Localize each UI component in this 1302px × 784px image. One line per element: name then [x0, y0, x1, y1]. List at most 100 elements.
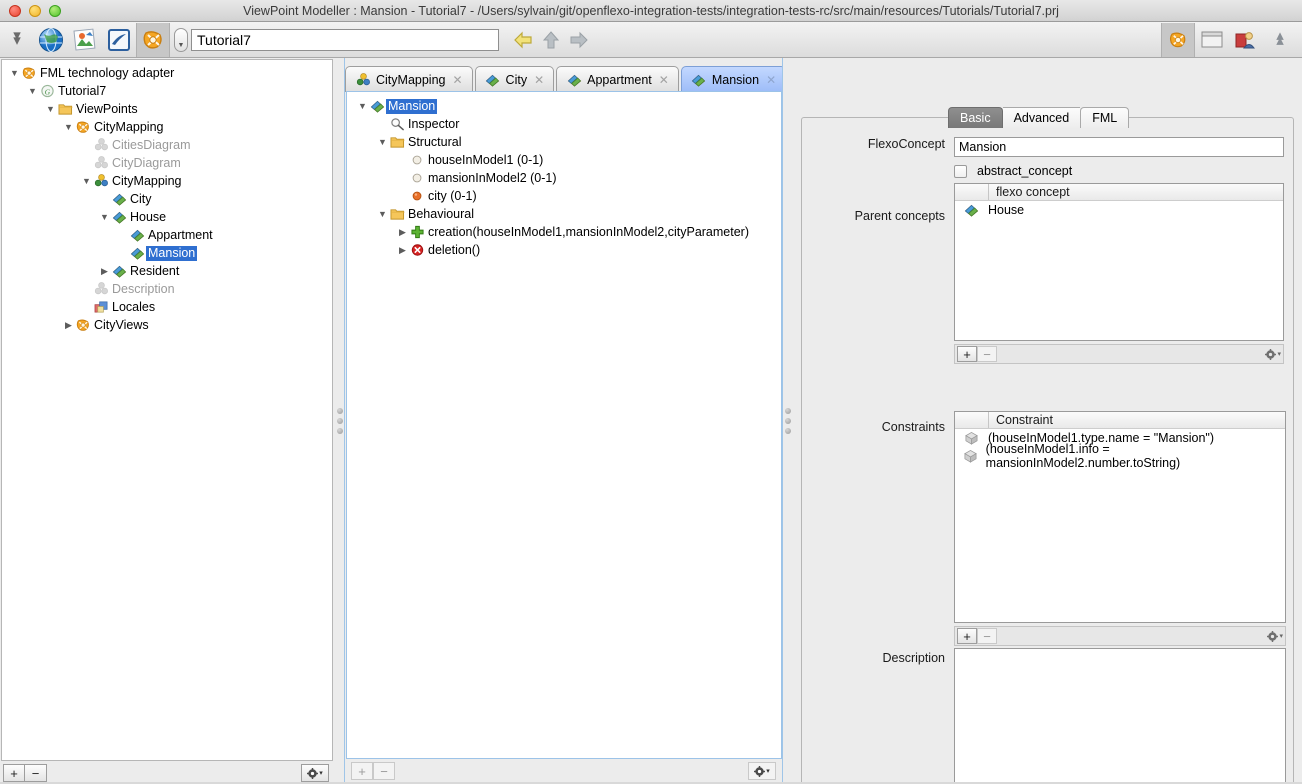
- tree-row[interactable]: ▼ CityMapping: [6, 118, 332, 136]
- inspector-tab-advanced[interactable]: Advanced: [1002, 107, 1081, 128]
- tree-row[interactable]: ▼ G Tutorial7: [6, 82, 332, 100]
- fml-shield-icon[interactable]: [136, 22, 170, 57]
- tree-row[interactable]: Inspector: [352, 115, 781, 133]
- gear-icon[interactable]: ▾: [301, 764, 329, 782]
- tree-row[interactable]: ▼ Mansion: [352, 97, 781, 115]
- tree-row-label: Mansion: [386, 98, 438, 114]
- remove-button[interactable]: −: [373, 762, 395, 780]
- constraints-list[interactable]: Constraint (houseInModel1.type.name = "M…: [954, 411, 1286, 623]
- inspector-tab-basic[interactable]: Basic: [948, 107, 1003, 128]
- tree-row[interactable]: Locales: [6, 298, 332, 316]
- center-panel-footer: + − ▾: [346, 760, 782, 782]
- maximize-button[interactable]: [49, 4, 61, 17]
- globe-icon[interactable]: [34, 23, 68, 57]
- twisty-right-icon[interactable]: ▶: [98, 262, 111, 280]
- double-chevron-down-icon[interactable]: ▾ ▾: [0, 23, 34, 57]
- tree-row[interactable]: City: [6, 190, 332, 208]
- tree-row[interactable]: ▼ CityMapping: [6, 172, 332, 190]
- remove-button[interactable]: −: [977, 346, 997, 362]
- tree-row[interactable]: CitiesDiagram: [6, 136, 332, 154]
- fml-shield-icon-glyph: [76, 319, 89, 331]
- close-icon[interactable]: ✕: [534, 73, 544, 87]
- twisty-right-icon[interactable]: ▶: [396, 223, 409, 241]
- resources-icon[interactable]: [68, 23, 102, 57]
- description-label: Description: [882, 651, 945, 665]
- tree-row[interactable]: Appartment: [6, 226, 332, 244]
- inspector-tab-fml[interactable]: FML: [1080, 107, 1130, 128]
- toolbar-right-group: ▴ ▴: [1161, 22, 1302, 57]
- editor-tab-mansion[interactable]: Mansion ✕: [680, 66, 787, 92]
- tree-row[interactable]: ▼ ViewPoints: [6, 100, 332, 118]
- tree-row[interactable]: houseInModel1 (0-1): [352, 151, 781, 169]
- editor-icon[interactable]: [102, 23, 136, 57]
- resources-glyph: [73, 28, 96, 51]
- add-button[interactable]: +: [351, 762, 373, 780]
- list-item[interactable]: House: [955, 201, 1283, 219]
- fml-shield-icon-right[interactable]: [1161, 22, 1195, 57]
- parent-concepts-list[interactable]: flexo concept House: [954, 183, 1284, 341]
- tree-row[interactable]: ▼ House: [6, 208, 332, 226]
- up-arrow-icon[interactable]: [543, 30, 559, 49]
- left-splitter[interactable]: [334, 58, 345, 784]
- tree-row[interactable]: ▶ CityViews: [6, 316, 332, 334]
- tree-row[interactable]: city (0-1): [352, 187, 781, 205]
- tree-row[interactable]: Mansion: [6, 244, 332, 262]
- close-icon[interactable]: ✕: [766, 73, 776, 87]
- gear-icon[interactable]: ▾: [1265, 348, 1281, 360]
- twisty-down-icon[interactable]: ▼: [376, 205, 389, 223]
- close-button[interactable]: [9, 4, 21, 17]
- double-chevron-up-icon[interactable]: ▴ ▴: [1263, 23, 1297, 57]
- abstract-concept-checkbox[interactable]: [954, 164, 967, 178]
- splitter-grip: [336, 408, 343, 434]
- tree-row-label: CityDiagram: [112, 155, 181, 170]
- chevron-down-icon[interactable]: ▼: [174, 27, 188, 52]
- editor-tab-appartment[interactable]: Appartment ✕: [556, 66, 679, 92]
- add-button[interactable]: +: [957, 346, 977, 362]
- tree-row[interactable]: ▶ deletion(): [352, 241, 781, 259]
- twisty-right-icon[interactable]: ▶: [62, 316, 75, 334]
- remove-button[interactable]: −: [25, 764, 47, 782]
- minimize-button[interactable]: [29, 4, 41, 17]
- project-tree-rows: ▼ FML technology adapter ▼ G Tutorial7 ▼ ViewP…: [2, 60, 332, 334]
- twisty-down-icon[interactable]: ▼: [26, 82, 39, 100]
- twisty-down-icon[interactable]: ▼: [44, 100, 57, 118]
- editor-tab-city[interactable]: City ✕: [474, 66, 555, 92]
- tree-row[interactable]: ▶ Resident: [6, 262, 332, 280]
- window-controls[interactable]: [9, 4, 61, 17]
- gear-icon[interactable]: ▾: [1267, 630, 1283, 642]
- tree-row-label: city (0-1): [428, 188, 477, 203]
- description-textarea[interactable]: [954, 648, 1286, 784]
- tree-row[interactable]: CityDiagram: [6, 154, 332, 172]
- tree-row[interactable]: Description: [6, 280, 332, 298]
- twisty-down-icon[interactable]: ▼: [8, 64, 21, 82]
- close-icon[interactable]: ✕: [659, 73, 669, 87]
- twisty-down-icon[interactable]: ▼: [98, 208, 111, 226]
- tree-row[interactable]: ▼ Structural: [352, 133, 781, 151]
- concept-tree-rows: ▼ Mansion Inspector ▼ Structural houseInModel…: [347, 92, 781, 259]
- tree-row[interactable]: ▼ Behavioural: [352, 205, 781, 223]
- right-splitter[interactable]: [782, 58, 793, 784]
- tree-row[interactable]: mansionInModel2 (0-1): [352, 169, 781, 187]
- close-icon[interactable]: ✕: [452, 73, 462, 87]
- user-icon[interactable]: [1229, 23, 1263, 57]
- add-button[interactable]: +: [957, 628, 977, 644]
- forward-arrow-icon[interactable]: [569, 31, 589, 49]
- twisty-down-icon[interactable]: ▼: [356, 97, 369, 115]
- twisty-down-icon[interactable]: ▼: [62, 118, 75, 136]
- tree-row[interactable]: ▶ creation(houseInModel1,mansionInModel2,…: [352, 223, 781, 241]
- tree-row[interactable]: ▼ FML technology adapter: [6, 64, 332, 82]
- add-button[interactable]: +: [3, 764, 25, 782]
- twisty-right-icon[interactable]: ▶: [396, 241, 409, 259]
- flexo-concept-input[interactable]: [954, 137, 1284, 157]
- list-item[interactable]: (houseInModel1.info = mansionInModel2.nu…: [955, 442, 1285, 470]
- back-arrow-icon[interactable]: [513, 31, 533, 49]
- project-browser-tree[interactable]: ▼ FML technology adapter ▼ G Tutorial7 ▼ ViewP…: [1, 59, 333, 761]
- url-input[interactable]: [191, 28, 499, 51]
- concept-tree-panel[interactable]: ▼ Mansion Inspector ▼ Structural houseInModel…: [346, 91, 782, 759]
- editor-tab-citymapping[interactable]: CityMapping ✕: [345, 66, 473, 92]
- twisty-down-icon[interactable]: ▼: [80, 172, 93, 190]
- gear-icon[interactable]: ▾: [748, 762, 776, 780]
- twisty-down-icon[interactable]: ▼: [376, 133, 389, 151]
- remove-button[interactable]: −: [977, 628, 997, 644]
- window-icon[interactable]: [1195, 23, 1229, 57]
